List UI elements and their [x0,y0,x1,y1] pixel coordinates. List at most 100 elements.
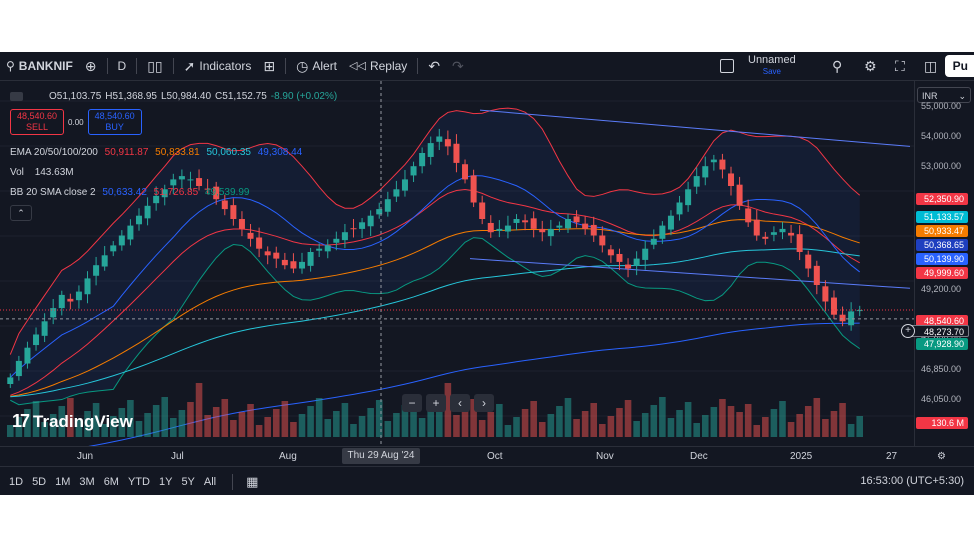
candle-body [496,228,503,231]
volume-bar [727,406,735,437]
volume-bar [796,414,803,437]
legend-toggle[interactable] [10,92,23,101]
volume-bar [616,408,623,437]
candle-body [564,219,571,229]
alarm-clock-icon: ◷ [296,58,309,74]
range-ytd[interactable]: YTD [125,476,156,488]
volume-bar [676,410,683,437]
volume-bar [496,404,503,437]
redo-button[interactable]: ↷ [446,52,470,80]
bb-legend[interactable]: BB 20 SMA close 2 50,633.42 51,726.85 49… [10,187,249,198]
candle-body [822,286,829,302]
price-label: 46,850.00 [921,364,962,374]
price-chart[interactable] [0,81,914,446]
scroll-left-button[interactable]: ‹ [450,394,470,412]
volume-bar [247,404,254,437]
candle-body [650,238,657,245]
candle-body [676,202,683,215]
volume-bar [144,413,151,437]
candle-body [247,232,254,239]
volume-bar [358,416,366,437]
candle-body [367,215,374,227]
volume-bar [255,425,263,437]
candle-body [667,215,674,230]
symbol-search[interactable]: ⚲ BANKNIF [0,52,79,80]
price-scale[interactable]: INR ⌄ 55,000.00 54,000.00 53,000.00 49,200.… [901,81,974,446]
volume-bar [804,406,812,437]
volume-bar [599,424,606,437]
publish-button[interactable]: Pu [944,55,974,77]
alert-label: Alert [312,59,338,73]
candle-body [573,216,580,223]
time-label: Jun [77,451,94,462]
layouts-button[interactable]: ⊞ [257,52,281,80]
volume-bar [298,414,306,437]
candle-body [67,298,74,302]
volume-bar [152,405,160,437]
ema20-value: 50,911.87 [104,147,149,158]
collapse-legend-button[interactable]: ⌃ [10,205,32,221]
scroll-right-button[interactable]: › [474,394,494,412]
chart-pane[interactable]: O51,103.75 H51,368.95 L50,984.40 C51,152… [0,81,914,446]
volume-bar [822,419,829,437]
compare-button[interactable]: ⊕ [79,52,103,80]
rewind-icon: ◁◁ [349,60,366,72]
add-alert-button[interactable]: + [901,324,915,338]
volume-bar [204,415,211,437]
time-label: Nov [596,451,614,462]
zoom-in-button[interactable]: + [426,394,446,412]
ema-legend[interactable]: EMA 20/50/100/200 50,911.87 50,833.81 50… [10,147,302,158]
bottom-toolbar: 1D 5D 1M 3M 6M YTD 1Y 5Y All ▦ 16:53:00 … [0,466,974,495]
settings-icon[interactable]: ⚙ [937,451,946,462]
candle-body [127,225,134,240]
vol-legend[interactable]: Vol 143.63M [10,167,74,178]
candle-body [462,164,469,180]
ohlc-legend: O51,103.75 H51,368.95 L50,984.40 C51,152… [10,89,337,104]
volume-bar [230,420,237,437]
date-range-icon[interactable]: ▦ [237,474,264,490]
candle-body [264,251,271,256]
candle-body [762,236,769,239]
candle-body [273,252,280,259]
candle-body [530,218,537,229]
candle-body [15,360,22,377]
volume-bar [607,416,615,437]
interval-button[interactable]: D [112,52,133,80]
tradingview-logo[interactable]: 17 TradingView [12,411,133,432]
range-6m[interactable]: 6M [101,476,125,488]
zoom-out-button[interactable]: − [402,394,422,412]
indicators-button[interactable]: ➚ Indicators [178,52,258,80]
range-5d[interactable]: 5D [29,476,52,488]
add-symbol-icon: ⊕ [84,58,97,74]
clock-timezone[interactable]: 16:53:00 (UTC+5:30) [860,475,964,487]
tv-logo-icon: 17 [12,411,30,431]
replay-button[interactable]: ◁◁ Replay [343,52,413,80]
settings-button[interactable]: ⚙ [858,52,883,80]
candle-body [144,205,151,219]
range-3m[interactable]: 3M [76,476,100,488]
quick-search-button[interactable]: ⚲ [826,52,848,80]
snapshot-button[interactable]: ◫ [918,52,943,80]
volume-bar [521,409,529,437]
candle-body [547,228,554,237]
buy-button[interactable]: 48,540.60 BUY [87,109,142,135]
candle-body [359,222,366,229]
alert-button[interactable]: ◷ Alert [290,52,343,80]
legend-close: C51,152.75 [215,91,267,102]
price-tag: 50,139.90 [916,253,968,265]
volume-bar [830,411,838,437]
time-axis[interactable]: Jun Jul Aug Thu 29 Aug '24 Oct Nov Dec 2… [0,446,974,467]
range-1m[interactable]: 1M [52,476,76,488]
chart-type-button[interactable]: ▯▯ [141,52,168,80]
volume-bar [744,404,752,437]
ema50-value: 50,833.81 [155,147,200,158]
save-link[interactable]: Save [763,66,781,77]
range-all[interactable]: All [201,476,222,488]
range-1y[interactable]: 1Y [156,476,178,488]
layout-menu[interactable]: Unnamed Save [714,52,802,80]
range-1d[interactable]: 1D [0,476,29,488]
range-5y[interactable]: 5Y [178,476,200,488]
undo-button[interactable]: ↶ [422,52,446,80]
sell-button[interactable]: 48,540.60 SELL [10,109,65,135]
fullscreen-button[interactable]: ⛶ [889,52,911,80]
